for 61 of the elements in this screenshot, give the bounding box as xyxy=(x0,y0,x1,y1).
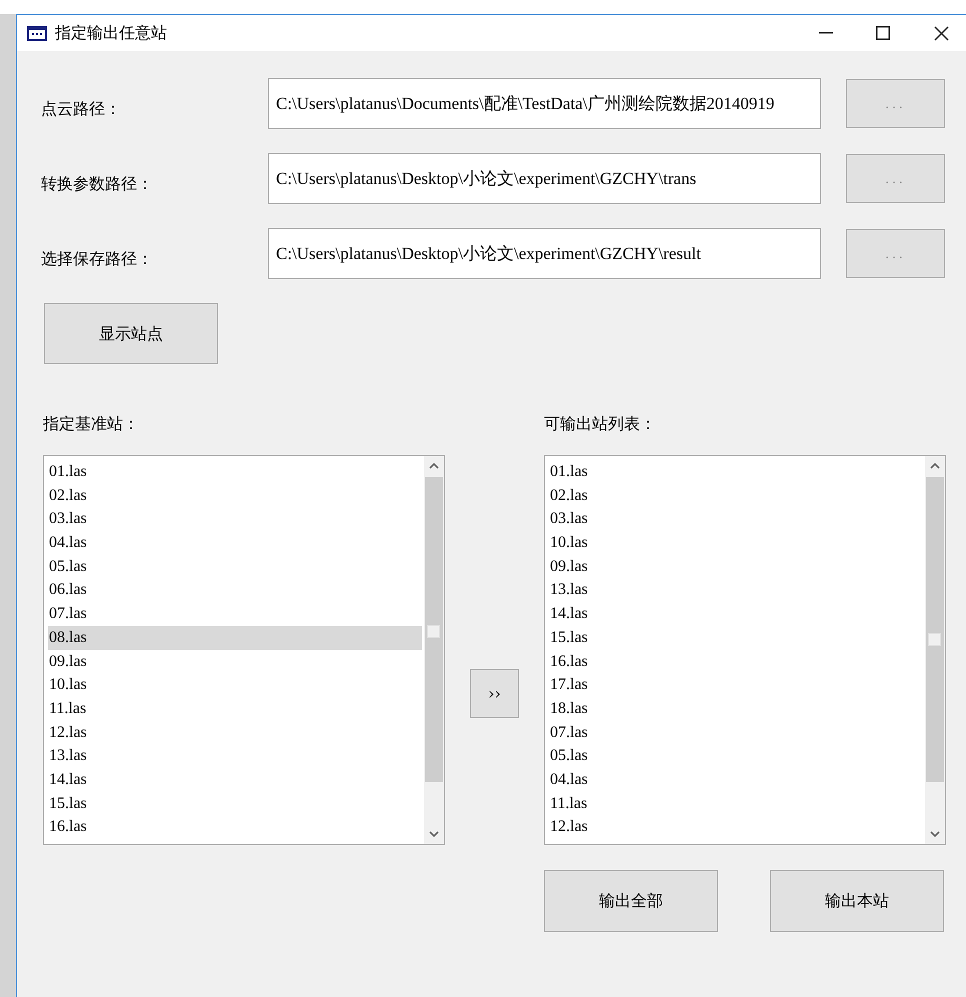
maximize-icon[interactable] xyxy=(876,26,890,40)
list-item[interactable]: 08.las xyxy=(48,626,422,650)
scrollbar[interactable] xyxy=(925,456,945,844)
scroll-down-icon[interactable] xyxy=(930,831,940,838)
list-item[interactable]: 14.las xyxy=(549,602,923,626)
list-item[interactable]: 12.las xyxy=(48,720,422,744)
output-all-button[interactable]: 输出全部 xyxy=(544,870,718,932)
show-stations-button[interactable]: 显示站点 xyxy=(44,303,218,364)
minimize-icon[interactable] xyxy=(819,32,833,34)
output-station-button[interactable]: 输出本站 xyxy=(770,870,944,932)
list-item[interactable]: 07.las xyxy=(549,720,923,744)
list-item[interactable]: 13.las xyxy=(549,578,923,602)
scroll-down-icon[interactable] xyxy=(429,831,439,838)
list-box[interactable]: 01.las 02.las 03.las 10.las 09.las 13.las 14.las 15.las 16.las 17.las 18.las 07.las 05.las 04.las 11.las 12.las xyxy=(544,455,946,845)
list-item[interactable]: 09.las xyxy=(549,554,923,578)
scroll-marker-icon xyxy=(427,625,440,638)
list-item[interactable]: 11.las xyxy=(48,696,422,721)
list-item[interactable]: 02.las xyxy=(549,484,923,508)
path-field[interactable]: C:\Users\platanus\Documents\配准\TestData\广州测绘院数据20140919 xyxy=(268,78,821,129)
window-title: 指定输出任意站 xyxy=(55,22,167,44)
list-item[interactable]: 05.las xyxy=(549,744,923,768)
list-label: 可输出站列表： xyxy=(544,413,657,435)
list-item[interactable]: 06.las xyxy=(48,578,422,602)
list-item[interactable]: 15.las xyxy=(48,792,422,816)
list-item[interactable]: 03.las xyxy=(48,507,422,532)
window-icon xyxy=(27,26,47,40)
scroll-up-icon[interactable] xyxy=(930,462,940,469)
list-item[interactable]: 18.las xyxy=(549,696,923,721)
list-item[interactable]: 16.las xyxy=(48,815,422,839)
list-item[interactable]: 04.las xyxy=(48,531,422,555)
list-item[interactable]: 09.las xyxy=(48,650,422,674)
list-label: 指定基准站： xyxy=(43,413,140,435)
list-item[interactable]: 10.las xyxy=(48,673,422,697)
list-item[interactable]: 03.las xyxy=(549,507,923,532)
list-box[interactable]: 01.las 02.las 03.las 04.las 05.las 06.las 07.las 08.las 09.las 10.las 11.las 12.las 13.las 14.las 15.las 16.las xyxy=(43,455,445,845)
scroll-marker-icon xyxy=(928,633,941,646)
list-item[interactable]: 13.las xyxy=(48,744,422,768)
list-item[interactable]: 01.las xyxy=(549,460,923,484)
scroll-up-icon[interactable] xyxy=(429,462,439,469)
scroll-thumb[interactable] xyxy=(425,477,443,782)
list-item[interactable]: 17.las xyxy=(549,673,923,697)
path-field[interactable]: C:\Users\platanus\Desktop\小论文\experiment\GZCHY\trans xyxy=(268,153,821,204)
list-item[interactable]: 11.las xyxy=(549,792,923,816)
list-item[interactable]: 04.las xyxy=(549,768,923,792)
list-item[interactable]: 02.las xyxy=(48,484,422,508)
scroll-thumb[interactable] xyxy=(926,477,944,782)
list-item[interactable]: 10.las xyxy=(549,531,923,555)
list-item[interactable]: 07.las xyxy=(48,602,422,626)
path-field[interactable]: C:\Users\platanus\Desktop\小论文\experiment\GZCHY\result xyxy=(268,228,821,279)
field-label: 选择保存路径： xyxy=(41,248,154,270)
scrollbar[interactable] xyxy=(424,456,444,844)
close-icon[interactable] xyxy=(934,26,949,40)
list-item[interactable]: 16.las xyxy=(549,650,923,674)
field-label: 转换参数路径： xyxy=(41,172,154,194)
list-item[interactable]: 01.las xyxy=(48,460,422,484)
list-item[interactable]: 15.las xyxy=(549,626,923,650)
list-item[interactable]: 12.las xyxy=(549,815,923,839)
move-right-button[interactable]: ›› xyxy=(470,669,519,718)
field-label: 点云路径： xyxy=(41,98,122,120)
list-item[interactable]: 05.las xyxy=(48,554,422,578)
list-item[interactable]: 14.las xyxy=(48,768,422,792)
